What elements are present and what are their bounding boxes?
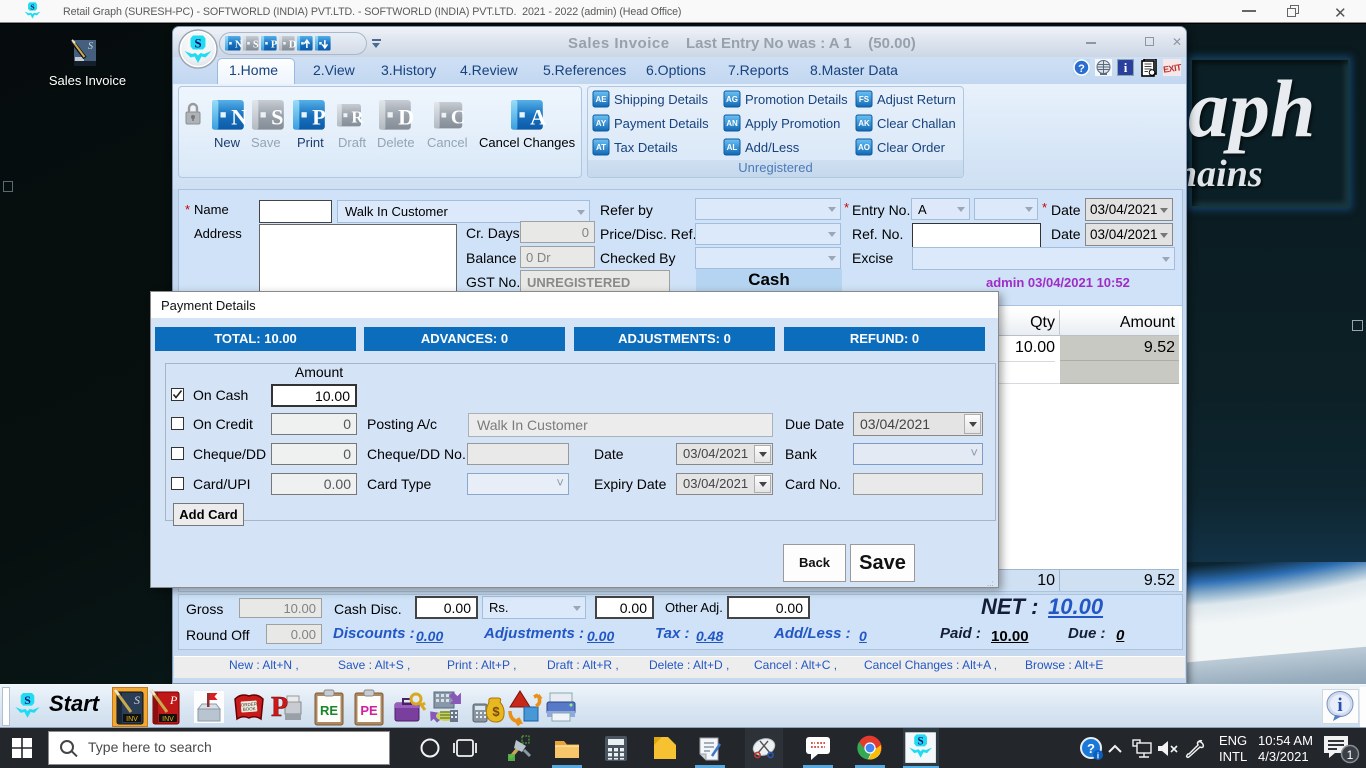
- svg-text:S: S: [134, 693, 140, 707]
- svg-text:RE: RE: [320, 703, 338, 718]
- svg-text:INV: INV: [162, 716, 174, 723]
- svg-text:P: P: [169, 693, 178, 707]
- svg-text:i: i: [1097, 752, 1099, 761]
- svg-text:i: i: [1337, 695, 1342, 716]
- svg-text:S: S: [88, 41, 93, 52]
- svg-text:BOOK: BOOK: [243, 706, 256, 712]
- svg-text:INV: INV: [126, 716, 138, 723]
- svg-text:$: $: [492, 704, 500, 719]
- svg-text:1: 1: [1347, 748, 1354, 762]
- svg-text:PE: PE: [360, 703, 378, 718]
- svg-text:P: P: [271, 692, 288, 723]
